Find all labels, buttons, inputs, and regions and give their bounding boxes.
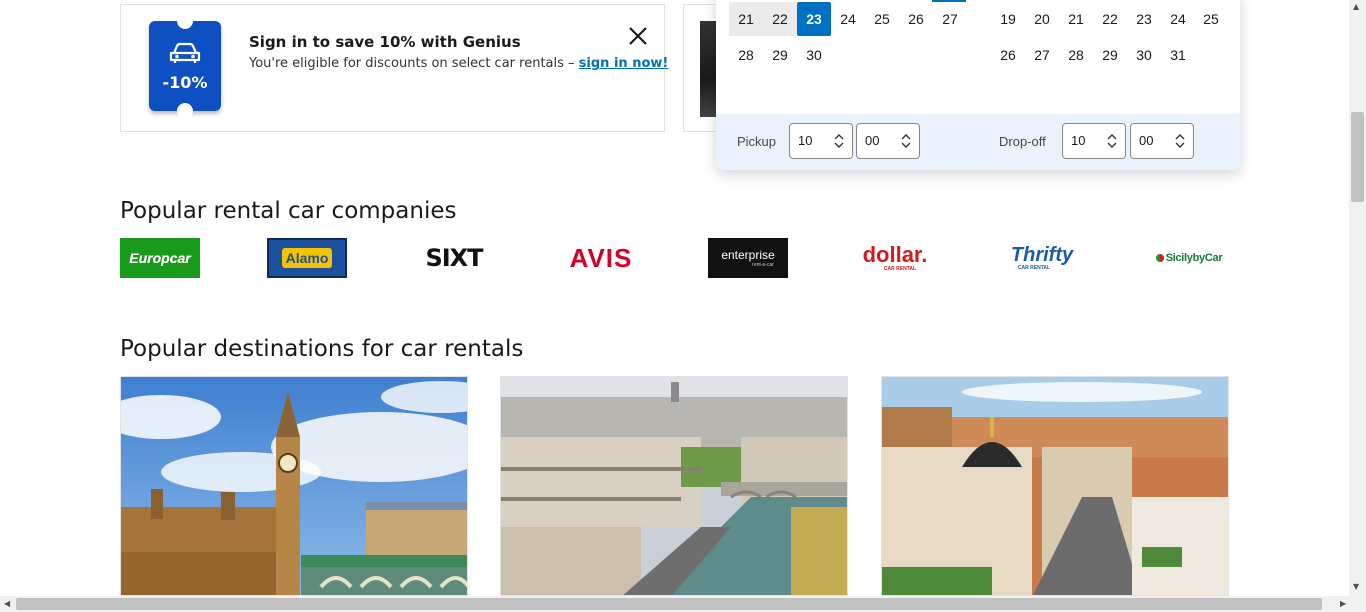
europcar-text: Europcar [129, 250, 191, 266]
pickup-label: Pickup [737, 134, 777, 149]
calendar-day[interactable]: 27 [933, 2, 967, 36]
chevron-updown-icon [1175, 134, 1185, 148]
vertical-scroll-thumb[interactable] [1351, 112, 1364, 202]
chevron-updown-icon [1107, 134, 1117, 148]
pickup-hour-select[interactable]: 10 [789, 123, 853, 159]
calendar-day[interactable]: 25 [865, 2, 899, 36]
alamo-logo[interactable]: Alamo [267, 238, 347, 278]
calendar-day[interactable]: 27 [1025, 38, 1059, 72]
dollar-subtext: CAR RENTAL [883, 266, 917, 272]
sicilybycar-text: SicilybyCar [1165, 252, 1223, 264]
destination-card-madrid[interactable] [881, 376, 1229, 596]
sign-in-link[interactable]: sign in now! [579, 56, 669, 71]
sicily-flag-icon [1155, 254, 1164, 262]
dropoff-hour-value: 10 [1071, 133, 1086, 148]
discount-percent: -10% [162, 73, 208, 92]
chevron-updown-icon [834, 134, 844, 148]
thrifty-subtext: CAR RENTAL [1017, 265, 1051, 271]
scroll-left-icon[interactable]: ◀ [4, 599, 10, 608]
calendar-day[interactable]: 28 [1059, 38, 1093, 72]
chevron-updown-icon [901, 134, 911, 148]
avis-logo[interactable]: AVIS [561, 238, 641, 278]
calendar-day[interactable]: 22 [763, 2, 797, 36]
madrid-image [882, 377, 1228, 595]
calendar-day[interactable]: 31 [1161, 38, 1195, 72]
calendar-day[interactable]: 26 [991, 38, 1025, 72]
car-icon [169, 42, 201, 63]
avis-text: AVIS [569, 242, 633, 273]
destinations-section-title: Popular destinations for car rentals [120, 336, 524, 362]
calendar-day[interactable]: 21 [1059, 2, 1093, 36]
calendar-day[interactable]: 30 [1127, 38, 1161, 72]
sicilybycar-logo[interactable]: SicilybyCar [1148, 238, 1230, 278]
horizontal-scroll-thumb[interactable] [16, 598, 1322, 610]
alamo-text: Alamo [281, 248, 333, 268]
destination-card-paris[interactable] [500, 376, 848, 596]
calendar-day-selected[interactable]: 23 [797, 2, 831, 36]
calendar-day[interactable]: 29 [1093, 38, 1127, 72]
enterprise-logo[interactable]: enterprise rent-a-car [708, 238, 788, 278]
scroll-down-icon[interactable]: ▼ [1353, 582, 1359, 591]
calendar-day[interactable]: 21 [729, 2, 763, 36]
destination-card-london[interactable] [120, 376, 468, 596]
calendar-day[interactable]: 28 [729, 38, 763, 72]
sixt-logo[interactable]: SIXT [414, 238, 494, 278]
dropoff-minute-select[interactable]: 00 [1130, 123, 1194, 159]
pickup-minute-value: 00 [865, 133, 880, 148]
scroll-right-icon[interactable]: ▶ [1340, 599, 1346, 608]
genius-title: Sign in to save 10% with Genius [249, 33, 521, 51]
genius-discount-badge: -10% [149, 13, 221, 119]
calendar-day[interactable]: 26 [899, 2, 933, 36]
paris-image [501, 377, 847, 595]
calendar-day[interactable]: 30 [797, 38, 831, 72]
vertical-scrollbar[interactable]: ▲ ▼ [1349, 0, 1366, 596]
dropoff-hour-select[interactable]: 10 [1062, 123, 1126, 159]
dropoff-minute-value: 00 [1139, 133, 1154, 148]
thrifty-text: Thrifty [1010, 244, 1074, 266]
enterprise-text: enterprise [721, 248, 775, 262]
calendar-day[interactable]: 19 [991, 2, 1025, 36]
thrifty-logo[interactable]: Thrifty CAR RENTAL [1002, 238, 1082, 278]
pickup-minute-select[interactable]: 00 [856, 123, 920, 159]
london-image [121, 377, 467, 595]
calendar-day[interactable]: 20 [1025, 2, 1059, 36]
genius-subtitle: You're eligible for discounts on select … [249, 56, 669, 71]
dollar-logo[interactable]: dollar. CAR RENTAL [855, 238, 935, 278]
close-icon[interactable] [627, 25, 649, 47]
calendar-day[interactable]: 23 [1127, 2, 1161, 36]
calendar-day[interactable]: 24 [831, 2, 865, 36]
companies-section-title: Popular rental car companies [120, 198, 457, 224]
date-picker: 21 22 23 24 25 26 27 28 29 30 19 20 21 2… [716, 0, 1240, 170]
dollar-text: dollar. [862, 242, 928, 267]
dropoff-label: Drop-off [999, 134, 1046, 149]
time-selection-bar: Pickup 10 00 Drop-off 10 00 [716, 114, 1240, 170]
calendar-day[interactable]: 22 [1093, 2, 1127, 36]
genius-signin-banner: -10% Sign in to save 10% with Genius You… [120, 4, 669, 132]
horizontal-scrollbar[interactable]: ◀ ▶ [0, 596, 1366, 612]
pickup-hour-value: 10 [798, 133, 813, 148]
europcar-logo[interactable]: Europcar [120, 238, 200, 278]
enterprise-subtext: rent-a-car [752, 262, 774, 268]
calendar-day[interactable]: 25 [1194, 2, 1228, 36]
sixt-text: SIXT [425, 244, 483, 272]
calendar-day[interactable]: 24 [1161, 2, 1195, 36]
scroll-up-icon[interactable]: ▲ [1353, 2, 1359, 11]
calendar-day[interactable]: 29 [763, 38, 797, 72]
